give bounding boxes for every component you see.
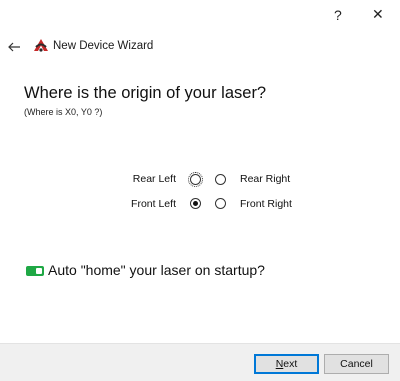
front-right-label: Front Right [240, 198, 292, 210]
page-heading: Where is the origin of your laser? [24, 84, 267, 102]
back-arrow-icon[interactable] [6, 39, 22, 55]
wizard-title: New Device Wizard [53, 40, 154, 52]
close-button[interactable]: ✕ [372, 6, 384, 22]
app-logo-icon [33, 38, 49, 54]
next-button[interactable]: Next [254, 354, 319, 374]
rear-left-label: Rear Left [132, 173, 176, 185]
rear-right-radio[interactable] [215, 174, 226, 185]
page-subheading: (Where is X0, Y0 ?) [24, 107, 103, 117]
rear-left-radio[interactable] [188, 172, 203, 187]
front-left-label: Front Left [131, 198, 176, 210]
toggle-knob [36, 268, 42, 274]
next-label: ext [283, 358, 298, 370]
help-button[interactable]: ? [334, 7, 342, 23]
auto-home-toggle[interactable] [26, 266, 44, 276]
front-right-radio[interactable] [215, 198, 226, 209]
rear-right-label: Rear Right [240, 173, 291, 185]
cancel-button[interactable]: Cancel [324, 354, 389, 374]
auto-home-label: Auto "home" your laser on startup? [48, 262, 265, 278]
front-left-radio[interactable] [190, 198, 201, 209]
dialog-footer: Next Cancel [0, 343, 400, 381]
